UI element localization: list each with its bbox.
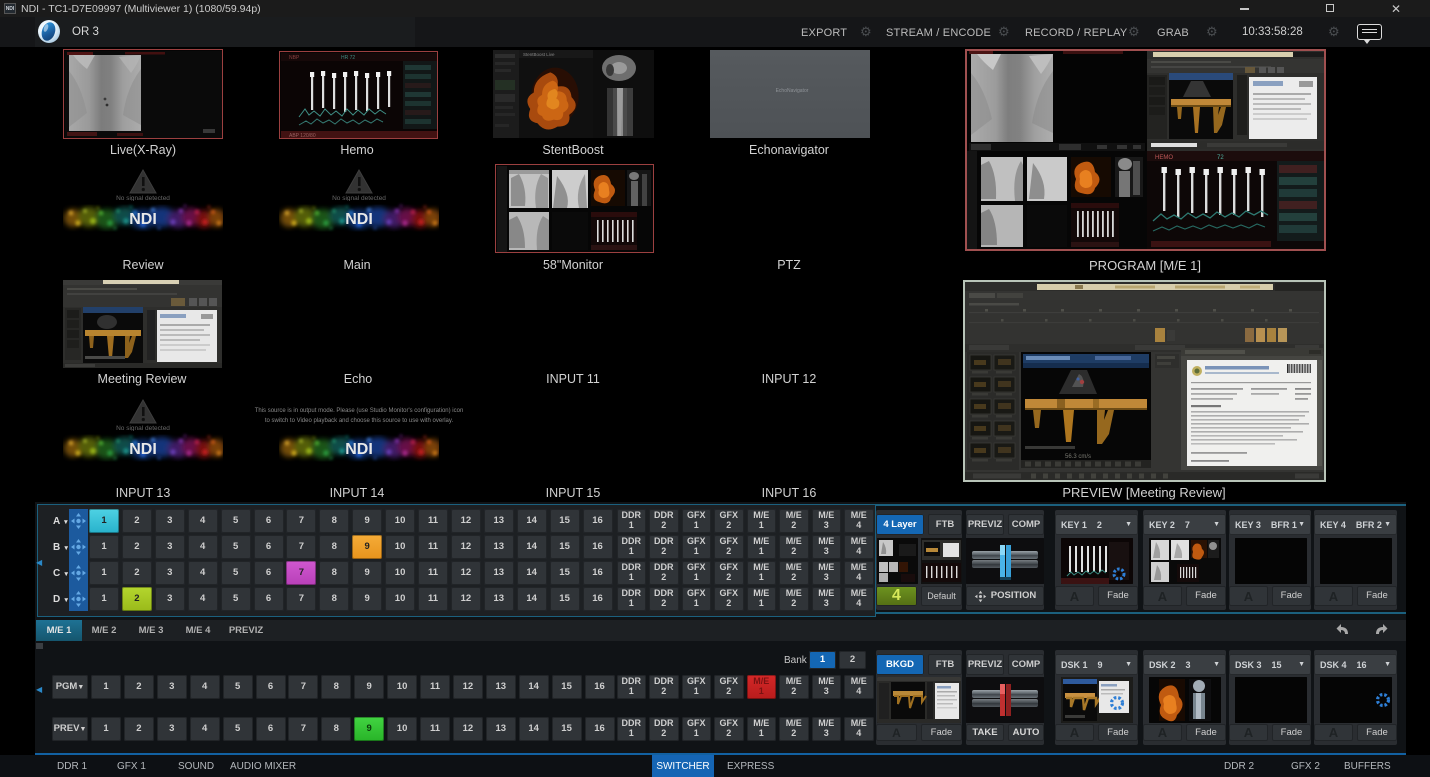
svg-text:HEMO: HEMO <box>1155 155 1173 161</box>
svg-text:72: 72 <box>1217 155 1224 161</box>
svg-text:HR 72: HR 72 <box>341 55 355 61</box>
svg-text:56.3 cm/s: 56.3 cm/s <box>1065 454 1091 460</box>
svg-text:StentBoost Live: StentBoost Live <box>523 52 555 57</box>
svg-text:NBP: NBP <box>289 55 300 61</box>
svg-text:ABP 120/80: ABP 120/80 <box>289 133 316 138</box>
